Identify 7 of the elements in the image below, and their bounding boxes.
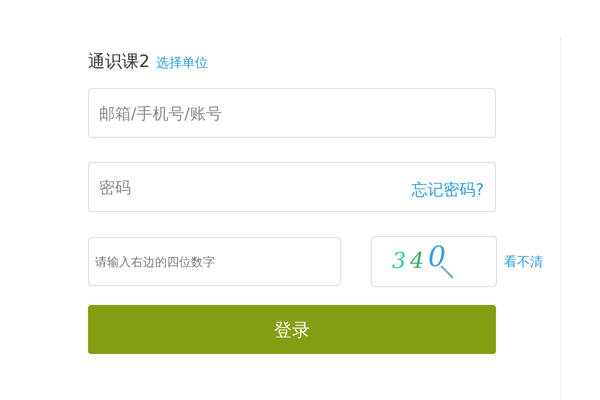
account-field[interactable]: 邮箱/手机号/账号 <box>88 88 496 138</box>
login-button[interactable]: 登录 <box>88 305 496 354</box>
select-unit-link[interactable]: 选择单位 <box>156 54 208 72</box>
forgot-password-link[interactable]: 忘记密码? <box>412 180 484 201</box>
form-title: 通识课2 <box>88 51 150 73</box>
captcha-input-field[interactable]: 请输入右边的四位数字 <box>88 237 341 286</box>
refresh-captcha-link[interactable]: 看不清 <box>504 252 543 270</box>
